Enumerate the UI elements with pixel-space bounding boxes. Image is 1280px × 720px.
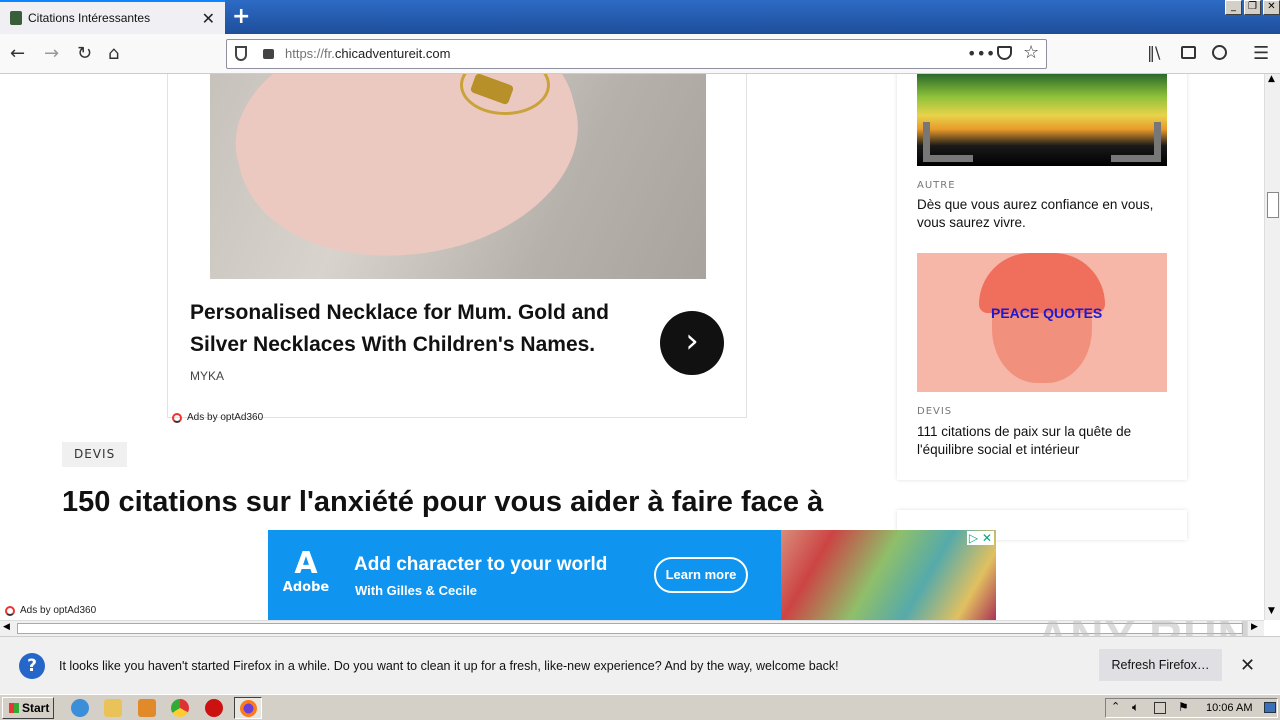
- windows-flag-icon: [9, 703, 19, 713]
- menu-icon[interactable]: ☰: [1253, 43, 1269, 64]
- favicon-icon: [10, 11, 22, 25]
- sidebar-item-title[interactable]: Dès que vous aurez confiance en vous, vo…: [917, 196, 1167, 232]
- screen: Citations Intéressantes ✕ + _ ❐ ✕ ← → ↻ …: [0, 0, 1280, 720]
- home-icon[interactable]: ⌂: [108, 43, 119, 64]
- vertical-scrollbar[interactable]: ▲ ▼: [1264, 74, 1280, 620]
- tab-title: Citations Intéressantes: [28, 11, 151, 25]
- vertical-scroll-thumb[interactable]: [1267, 192, 1279, 218]
- notification-text: It looks like you haven't started Firefo…: [59, 659, 839, 673]
- ad-image[interactable]: [210, 74, 706, 279]
- volume-icon[interactable]: 🔈︎: [1132, 700, 1139, 715]
- banner-title: Add character to your world: [354, 554, 608, 575]
- restore-button[interactable]: ❐: [1244, 0, 1261, 15]
- ad-title[interactable]: Personalised Necklace for Mum. Gold and …: [190, 297, 640, 361]
- learn-more-button[interactable]: Learn more: [654, 557, 748, 593]
- adobe-brand-text: Adobe: [282, 580, 330, 595]
- new-tab-button[interactable]: +: [232, 4, 250, 29]
- lock-icon[interactable]: [263, 49, 274, 59]
- network-icon[interactable]: [1154, 702, 1166, 714]
- bookmark-star-icon[interactable]: ☆: [1023, 42, 1039, 63]
- tab-citations[interactable]: Citations Intéressantes ✕: [0, 0, 225, 34]
- sidebar-card: AUTRE Dès que vous aurez confiance en vo…: [897, 74, 1187, 480]
- account-icon[interactable]: [1212, 45, 1227, 60]
- window-controls: _ ❐ ✕: [1223, 0, 1280, 15]
- ad-choices-close-icon[interactable]: ▷ ✕: [966, 531, 994, 545]
- sidebar-item-title[interactable]: 111 citations de paix sur la quête de l'…: [917, 423, 1167, 459]
- scroll-up-icon[interactable]: ▲: [1268, 74, 1275, 84]
- sidebar-item-image-peace[interactable]: PEACE QUOTES: [917, 253, 1167, 392]
- banner-artwork: ▷ ✕: [781, 530, 996, 620]
- sidebar-item-image-sunset[interactable]: [917, 74, 1167, 166]
- ads-by-label[interactable]: Ads by optAd360: [172, 412, 263, 423]
- system-tray: ⌃ 🔈︎ ⚑ 10:06 AM: [1105, 698, 1278, 718]
- adobe-a-icon: Α: [294, 546, 318, 581]
- url-bar[interactable]: https://fr.chicadventureit.com ••• ☆: [226, 39, 1047, 69]
- corner-bracket-left: [923, 122, 973, 162]
- hair-illustration: [979, 253, 1105, 313]
- firefox-taskbar-button[interactable]: [234, 697, 262, 719]
- optad-logo-icon: [5, 605, 15, 616]
- optad-logo-icon: [172, 412, 182, 423]
- question-icon: ?: [19, 653, 45, 679]
- sidebar-toggle-icon[interactable]: [1181, 46, 1196, 59]
- sidebar-item-category[interactable]: AUTRE: [917, 180, 956, 191]
- ads-by-label-bottom[interactable]: Ads by optAd360: [5, 605, 96, 616]
- navigation-toolbar: ← → ↻ ⌂ https://fr.chicadventureit.com •…: [0, 34, 1280, 74]
- firefox-icon: [240, 700, 257, 717]
- ads-by-text: Ads by optAd360: [187, 412, 264, 423]
- reload-icon[interactable]: ↻: [77, 43, 92, 64]
- scroll-left-icon[interactable]: ◀: [3, 622, 10, 632]
- clock[interactable]: 10:06 AM: [1206, 702, 1252, 714]
- firefox-notification-bar: ? It looks like you haven't started Fire…: [0, 636, 1280, 694]
- start-button[interactable]: Start: [2, 697, 54, 719]
- start-label: Start: [22, 701, 50, 715]
- opera-icon[interactable]: [205, 699, 223, 717]
- forward-icon[interactable]: →: [44, 43, 59, 64]
- ads-by-text: Ads by optAd360: [20, 605, 97, 616]
- back-icon[interactable]: ←: [10, 43, 25, 64]
- tab-close-icon[interactable]: ✕: [202, 9, 215, 28]
- adobe-logo: Α Adobe: [278, 546, 334, 596]
- close-window-button[interactable]: ✕: [1263, 0, 1280, 15]
- web-page: Personalised Necklace for Mum. Gold and …: [0, 74, 1264, 620]
- native-ad-card[interactable]: Personalised Necklace for Mum. Gold and …: [167, 74, 747, 418]
- url-text[interactable]: https://fr.chicadventureit.com: [285, 46, 450, 61]
- url-prefix: https://fr.: [285, 46, 335, 61]
- tracking-shield-icon[interactable]: [235, 46, 247, 61]
- pocket-icon[interactable]: [997, 46, 1012, 60]
- media-player-icon[interactable]: [138, 699, 156, 717]
- ad-arrow-button[interactable]: ›: [660, 311, 724, 375]
- refresh-firefox-button[interactable]: Refresh Firefox…: [1099, 649, 1222, 681]
- article-headline[interactable]: 150 citations sur l'anxiété pour vous ai…: [62, 486, 823, 519]
- explorer-icon[interactable]: [104, 699, 122, 717]
- category-tag[interactable]: DEVIS: [62, 442, 128, 467]
- sidebar-item-category[interactable]: DEVIS: [917, 406, 952, 417]
- peace-quotes-text: PEACE QUOTES: [991, 305, 1103, 321]
- show-desktop-icon[interactable]: [1264, 702, 1276, 713]
- ie-icon[interactable]: [71, 699, 89, 717]
- scroll-right-icon[interactable]: ▶: [1251, 622, 1258, 632]
- chrome-icon[interactable]: [171, 699, 189, 717]
- adobe-banner-ad[interactable]: Α Adobe Add character to your world With…: [268, 530, 996, 620]
- tab-strip: Citations Intéressantes ✕ + _ ❐ ✕: [0, 0, 1280, 34]
- banner-subtitle: With Gilles & Cecile: [355, 583, 477, 598]
- hand-shape: [215, 74, 601, 279]
- ad-source: MYKA: [190, 369, 225, 383]
- url-domain: chicadventureit.com: [334, 46, 451, 61]
- notification-close-icon[interactable]: ✕: [1240, 655, 1255, 676]
- action-center-flag-icon[interactable]: ⚑: [1178, 700, 1189, 714]
- page-actions-icon[interactable]: •••: [967, 44, 995, 63]
- windows-taskbar: Start ⌃ 🔈︎ ⚑ 10:06 AM: [0, 694, 1280, 720]
- corner-bracket-right: [1111, 122, 1161, 162]
- tray-expand-icon[interactable]: ⌃: [1111, 700, 1120, 713]
- minimize-button[interactable]: _: [1225, 0, 1242, 15]
- scroll-down-icon[interactable]: ▼: [1268, 606, 1275, 616]
- library-icon[interactable]: ‖\: [1147, 43, 1160, 62]
